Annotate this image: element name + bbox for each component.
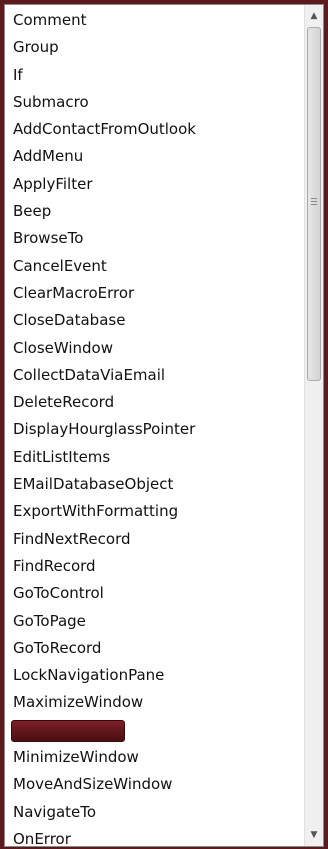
scrollbar-thumb[interactable] xyxy=(307,27,321,381)
list-item-label: AddMenu xyxy=(13,147,84,166)
list-item-label: GoToControl xyxy=(13,584,104,603)
list-item[interactable]: BrowseTo xyxy=(5,225,305,252)
list-item[interactable]: GoToControl xyxy=(5,580,305,607)
list-item-label: FindNextRecord xyxy=(13,529,131,548)
list-item-label: FindRecord xyxy=(13,556,96,575)
list-item[interactable]: ExportWithFormatting xyxy=(5,498,305,525)
list-item-label: CollectDataViaEmail xyxy=(13,365,166,384)
list-item-label: BrowseTo xyxy=(13,229,84,248)
list-item-label: Comment xyxy=(13,11,87,29)
list-item[interactable]: AddMenu xyxy=(5,143,305,170)
list-item[interactable]: If xyxy=(5,62,305,89)
list-item[interactable]: ClearMacroError xyxy=(5,280,305,307)
list-item-label: NavigateTo xyxy=(13,802,97,821)
list-item[interactable]: ApplyFilter xyxy=(5,171,305,198)
list-item-label: CloseWindow xyxy=(13,338,114,357)
list-item-label: ExportWithFormatting xyxy=(13,502,179,521)
list-item-label: DisplayHourglassPointer xyxy=(13,420,196,439)
macro-action-dropdown-list[interactable]: Comment Group If Submacro AddContactFromOutl… xyxy=(4,4,324,847)
list-item-label: EditListItems xyxy=(13,447,111,466)
list-item-label: GoToPage xyxy=(13,611,86,630)
list-item[interactable]: DisplayHourglassPointer xyxy=(5,416,305,443)
list-item-label: If xyxy=(13,65,23,84)
list-item[interactable]: OnError xyxy=(5,826,305,847)
macro-action-list: Comment Group If Submacro AddContactFromOutl… xyxy=(5,7,305,847)
list-item-label: ClearMacroError xyxy=(13,283,135,302)
list-item[interactable]: MinimizeWindow xyxy=(5,744,305,771)
list-item-label: CancelEvent xyxy=(13,256,107,275)
list-item-label: CloseDatabase xyxy=(13,311,126,330)
list-item[interactable]: NavigateTo xyxy=(5,799,305,826)
list-item[interactable]: EMailDatabaseObject xyxy=(5,471,305,498)
list-item[interactable]: LockNavigationPane xyxy=(5,662,305,689)
list-item[interactable]: AddContactFromOutlook xyxy=(5,116,305,143)
list-item-label: AddContactFromOutlook xyxy=(13,120,196,139)
scrollbar-grip-icon xyxy=(311,198,317,207)
list-item-label: MoveAndSizeWindow xyxy=(13,775,173,794)
list-item[interactable]: CloseDatabase xyxy=(5,307,305,334)
list-item[interactable]: MoveAndSizeWindow xyxy=(5,771,305,798)
list-item[interactable]: CollectDataViaEmail xyxy=(5,362,305,389)
list-item-label: Group xyxy=(13,38,59,57)
list-item[interactable]: FindNextRecord xyxy=(5,526,305,553)
list-item-label: OnError xyxy=(13,829,71,847)
list-item-label: ApplyFilter xyxy=(13,174,93,193)
list-item-label: Submacro xyxy=(13,92,89,111)
list-item-label: DeleteRecord xyxy=(13,393,115,412)
list-item-label: LockNavigationPane xyxy=(13,666,165,685)
list-item-label: MaximizeWindow xyxy=(13,693,144,712)
list-item-selected[interactable] xyxy=(5,717,305,744)
list-item[interactable]: GoToPage xyxy=(5,608,305,635)
list-item[interactable]: MaximizeWindow xyxy=(5,689,305,716)
list-item[interactable]: EditListItems xyxy=(5,444,305,471)
list-item-label: EMailDatabaseObject xyxy=(13,475,174,494)
scroll-down-arrow-icon[interactable]: ▼ xyxy=(305,826,323,844)
list-item-label: GoToRecord xyxy=(13,638,102,657)
list-item[interactable]: FindRecord xyxy=(5,553,305,580)
list-item-label: Beep xyxy=(13,202,52,221)
list-item[interactable]: GoToRecord xyxy=(5,635,305,662)
list-item[interactable]: Group xyxy=(5,34,305,61)
list-item[interactable]: Submacro xyxy=(5,89,305,116)
list-item[interactable]: CloseWindow xyxy=(5,335,305,362)
vertical-scrollbar[interactable]: ▲ ▼ xyxy=(304,5,323,846)
list-item[interactable]: Comment xyxy=(5,7,305,34)
list-item-label: MinimizeWindow xyxy=(13,748,139,767)
list-item[interactable]: Beep xyxy=(5,198,305,225)
selection-highlight xyxy=(11,719,125,742)
list-item[interactable]: CancelEvent xyxy=(5,253,305,280)
scroll-up-arrow-icon[interactable]: ▲ xyxy=(305,7,323,25)
list-item[interactable]: DeleteRecord xyxy=(5,389,305,416)
